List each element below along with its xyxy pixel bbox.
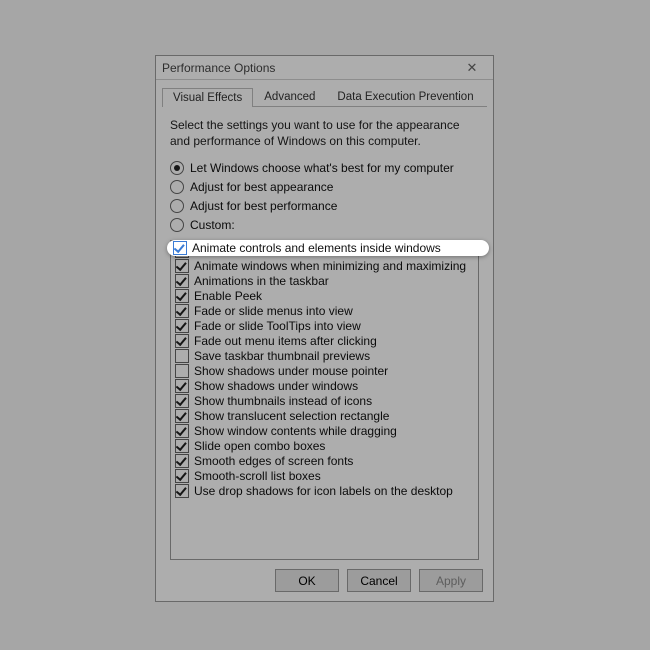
highlighted-effect-row[interactable]: Animate controls and elements inside win… xyxy=(167,240,489,256)
dim-overlay xyxy=(0,0,650,650)
highlighted-effect-label: Animate controls and elements inside win… xyxy=(192,241,441,255)
checkbox-icon[interactable] xyxy=(173,241,187,255)
